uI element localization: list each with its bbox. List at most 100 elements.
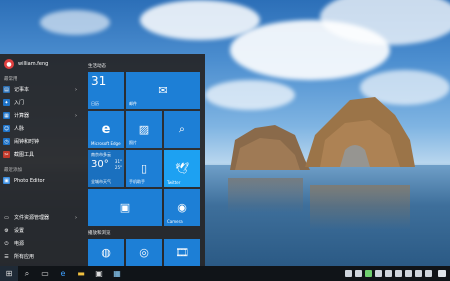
- tile-twitter[interactable]: 🕊 Twitter: [164, 150, 200, 187]
- store-bag-icon: ▣: [95, 269, 103, 278]
- task-view-icon: ▭: [41, 269, 49, 278]
- search-icon: ⌕: [24, 268, 30, 278]
- tile-store[interactable]: ▣: [88, 189, 162, 226]
- menu-item-people[interactable]: ☺ 人脉: [3, 123, 79, 134]
- alarm-icon: ◷: [3, 138, 10, 145]
- menu-item-get-started[interactable]: ✦ 入门: [3, 97, 79, 108]
- user-name: william.feng: [18, 61, 49, 67]
- action-center-icon[interactable]: [438, 270, 446, 277]
- menu-item-label: 电源: [14, 241, 25, 247]
- calculator-icon: ▦: [3, 112, 10, 119]
- tray-app-icon[interactable]: [365, 270, 372, 277]
- menu-item-calculator[interactable]: ▦ 计算器 ›: [3, 110, 79, 121]
- tile-edge[interactable]: e Microsoft Edge: [88, 111, 124, 148]
- phone-icon: ▯: [140, 161, 148, 175]
- tile-search[interactable]: ⌕: [164, 111, 200, 148]
- app-icon: ▦: [113, 269, 121, 278]
- power-icon: ⏻: [4, 240, 9, 247]
- tile-movies-tv[interactable]: 🎞: [164, 239, 200, 266]
- tile-mail[interactable]: ✉ 邮件: [126, 72, 200, 109]
- tray-app-icon[interactable]: [395, 270, 402, 277]
- people-icon: ☺: [3, 125, 10, 132]
- menu-item-power[interactable]: ⏻ 电源: [3, 238, 79, 249]
- menu-item-notepad[interactable]: ▤ 记事本 ›: [3, 84, 79, 95]
- store-taskbar-button[interactable]: ▣: [90, 266, 108, 281]
- taskbar: ⊞ ⌕ ▭ e ▬ ▣ ▦: [0, 266, 450, 281]
- menu-item-label: 设置: [14, 228, 25, 234]
- edge-icon: e: [60, 269, 66, 278]
- lightbulb-icon: ✦: [3, 99, 10, 106]
- rock-right: [305, 97, 415, 167]
- tile-label: Twitter: [167, 180, 181, 185]
- ime-icon[interactable]: [425, 270, 432, 277]
- film-icon: 🎞: [175, 245, 189, 259]
- tile-groove-music[interactable]: ◎: [126, 239, 162, 266]
- tile-label: 手机助手: [129, 179, 145, 184]
- weather-range: 31° 25°: [115, 159, 122, 171]
- tray-app-icon[interactable]: [375, 270, 382, 277]
- task-view-button[interactable]: ▭: [36, 266, 54, 281]
- start-button[interactable]: ⊞: [0, 266, 18, 281]
- rock-reflection: [228, 178, 303, 213]
- menu-item-alarms[interactable]: ◷ 闹钟和时钟: [3, 136, 79, 147]
- tile-photos[interactable]: ▨ 照片: [126, 111, 162, 148]
- tile-weather[interactable]: 南京市多云 30° 31° 25° 全城市天气: [88, 150, 124, 187]
- gear-icon: ⚙: [4, 227, 9, 234]
- tile-label: 日历: [91, 101, 99, 106]
- menu-item-photo-editor[interactable]: ▣ Photo Editor: [3, 175, 79, 186]
- tray-app-icon[interactable]: [355, 270, 362, 277]
- xbox-icon: ◍: [101, 245, 111, 259]
- tile-label: Microsoft Edge: [91, 141, 121, 146]
- menu-item-label: 人脉: [14, 126, 25, 132]
- music-disc-icon: ◎: [139, 245, 149, 259]
- file-explorer-taskbar-button[interactable]: ▬: [72, 266, 90, 281]
- tile-group-label-play: 播放和浏览: [88, 231, 111, 236]
- most-used-label: 最常用: [4, 77, 18, 82]
- tile-group-label-life: 生活动态: [88, 64, 106, 69]
- chevron-right-icon[interactable]: ›: [75, 215, 77, 221]
- rock-reflection: [310, 185, 410, 230]
- menu-item-label: 截图工具: [14, 152, 35, 158]
- avatar: ●: [4, 59, 14, 69]
- store-bag-icon: ▣: [119, 200, 131, 214]
- user-account[interactable]: ● william.feng: [4, 58, 48, 70]
- folder-icon: ▭: [4, 214, 9, 221]
- recently-added-label: 最近添加: [4, 168, 22, 173]
- volume-icon[interactable]: [415, 270, 422, 277]
- notepad-icon: ▤: [3, 86, 10, 93]
- menu-item-label: 文件资源管理器: [14, 215, 50, 221]
- calendar-day: 31: [91, 74, 107, 88]
- tile-calendar[interactable]: 31 日历: [88, 72, 124, 109]
- weather-temp: 30°: [91, 159, 109, 170]
- cloud: [40, 10, 110, 35]
- camera-icon: ◉: [177, 200, 187, 214]
- menu-item-settings[interactable]: ⚙ 设置: [3, 225, 79, 236]
- menu-item-label: 所有应用: [14, 254, 35, 260]
- menu-item-label: Photo Editor: [14, 177, 45, 184]
- tile-phone-companion[interactable]: ▯ 手机助手: [126, 150, 162, 187]
- mail-icon: ✉: [158, 83, 168, 97]
- cloud: [205, 80, 295, 110]
- menu-item-snipping-tool[interactable]: ✂ 截图工具: [3, 149, 79, 160]
- windows-logo-icon: ⊞: [5, 269, 13, 278]
- tile-label: 照片: [129, 140, 137, 145]
- chevron-right-icon[interactable]: ›: [75, 87, 77, 93]
- edge-taskbar-button[interactable]: e: [54, 266, 72, 281]
- folder-icon: ▬: [77, 269, 85, 278]
- app-taskbar-button[interactable]: ▦: [108, 266, 126, 281]
- tray-app-icon[interactable]: [345, 270, 352, 277]
- start-menu: ● william.feng 最常用 ▤ 记事本 › ✦ 入门 ▦ 计算器 › …: [0, 54, 205, 266]
- chevron-right-icon[interactable]: ›: [75, 113, 77, 119]
- tile-xbox[interactable]: ◍: [88, 239, 124, 266]
- scissors-icon: ✂: [3, 151, 10, 158]
- search-button[interactable]: ⌕: [18, 266, 36, 281]
- tray-app-icon[interactable]: [385, 270, 392, 277]
- menu-item-file-explorer[interactable]: ▭ 文件资源管理器 ›: [3, 212, 79, 223]
- photos-icon: ▨: [138, 122, 150, 136]
- twitter-icon: 🕊: [175, 161, 189, 175]
- menu-item-all-apps[interactable]: ☰ 所有应用: [3, 251, 79, 262]
- photo-editor-icon: ▣: [3, 177, 10, 184]
- network-icon[interactable]: [405, 270, 412, 277]
- tile-camera[interactable]: ◉ Camera: [164, 189, 200, 226]
- menu-item-label: 闹钟和时钟: [14, 139, 40, 145]
